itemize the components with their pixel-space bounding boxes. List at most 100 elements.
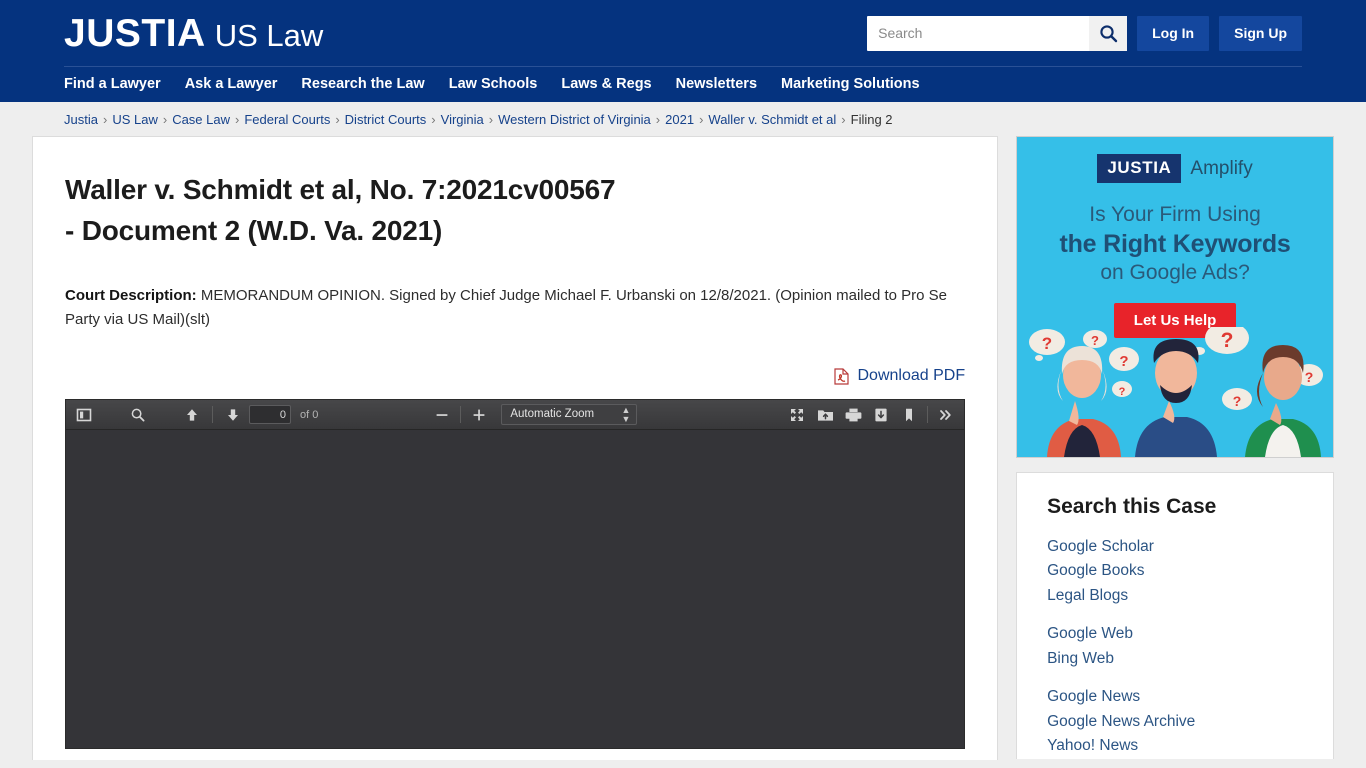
svg-text:?: ?: [1042, 334, 1052, 353]
main-navigation: Find a Lawyer Ask a Lawyer Research the …: [0, 66, 1366, 102]
previous-page-button[interactable]: [178, 403, 206, 427]
toolbar-divider: [212, 406, 213, 424]
breadcrumb-item-virginia[interactable]: Virginia: [441, 112, 484, 127]
page-title-line-2: - Document 2 (W.D. Va. 2021): [65, 215, 443, 247]
nav-item-laws-and-regs[interactable]: Laws & Regs: [561, 76, 651, 92]
link-bing-web[interactable]: Bing Web: [1047, 647, 1303, 671]
site-logo[interactable]: JUSTIA US Law: [64, 14, 323, 53]
sidebar-toggle-icon: [76, 408, 92, 422]
ad-logo-justia: JUSTIA: [1097, 154, 1182, 183]
breadcrumb-separator: ›: [235, 111, 240, 127]
ad-headline-line-1: Is Your Firm Using: [1089, 203, 1261, 226]
download-button[interactable]: [867, 403, 895, 427]
advertisement-justia-amplify[interactable]: JUSTIA Amplify Is Your Firm Using the Ri…: [1016, 136, 1334, 458]
double-chevron-right-icon: [940, 410, 951, 420]
pdf-page-area[interactable]: [66, 430, 965, 749]
search-button[interactable]: [1089, 15, 1128, 51]
page-count-label: of 0: [300, 408, 319, 421]
svg-text:?: ?: [1305, 369, 1314, 385]
svg-text:?: ?: [1233, 393, 1242, 409]
arrow-down-icon: [228, 409, 238, 421]
download-pdf-link[interactable]: Download PDF: [857, 367, 965, 385]
download-row: Download PDF: [65, 367, 965, 385]
breadcrumb-item-justia[interactable]: Justia: [64, 112, 98, 127]
log-in-button[interactable]: Log In: [1137, 15, 1210, 51]
svg-text:?: ?: [1120, 353, 1129, 370]
toolbar-right-tools: [783, 403, 960, 427]
nav-item-law-schools[interactable]: Law Schools: [449, 76, 538, 92]
next-page-button[interactable]: [219, 403, 247, 427]
bookmark-icon: [906, 408, 913, 422]
search-icon: [1099, 24, 1117, 42]
logo-suffix-text: US Law: [214, 17, 324, 53]
breadcrumb-item-2021[interactable]: 2021: [665, 112, 694, 127]
breadcrumb-separator: ›: [335, 111, 340, 127]
main-content: Waller v. Schmidt et al, No. 7:2021cv005…: [32, 136, 999, 760]
ad-logo: JUSTIA Amplify: [1017, 137, 1333, 183]
zoom-in-button[interactable]: [465, 403, 493, 427]
site-header: JUSTIA US Law Log In Sign Up Find a Lawy…: [0, 0, 1366, 102]
nav-item-find-a-lawyer[interactable]: Find a Lawyer: [64, 76, 161, 92]
page-title-line-1: Waller v. Schmidt et al, No. 7:2021cv005…: [65, 174, 616, 205]
minus-icon: [436, 414, 448, 416]
search-this-case-title: Search this Case: [1047, 495, 1217, 518]
link-google-news[interactable]: Google News: [1047, 685, 1303, 709]
open-file-icon: [817, 410, 833, 421]
breadcrumb-separator: ›: [841, 111, 846, 127]
sidebar: JUSTIA Amplify Is Your Firm Using the Ri…: [1016, 136, 1334, 759]
bookmark-button[interactable]: [895, 403, 923, 427]
link-yahoo-news[interactable]: Yahoo! News: [1047, 734, 1303, 758]
link-group-gap: [1047, 608, 1303, 622]
nav-item-marketing-solutions[interactable]: Marketing Solutions: [781, 76, 920, 92]
logo-justia-text: JUSTIA: [64, 11, 206, 55]
nav-item-research-the-law[interactable]: Research the Law: [301, 76, 424, 92]
nav-item-ask-a-lawyer[interactable]: Ask a Lawyer: [185, 76, 278, 92]
search-input[interactable]: [867, 15, 1090, 51]
zoom-controls: Automatic Zoom ▲ ▼: [428, 403, 638, 427]
zoom-select-value: Automatic Zoom: [510, 408, 595, 421]
breadcrumb-item-federal-courts[interactable]: Federal Courts: [244, 112, 330, 127]
link-google-news-archive[interactable]: Google News Archive: [1047, 710, 1303, 734]
link-legal-blogs[interactable]: Legal Blogs: [1047, 584, 1303, 608]
breadcrumb-item-current: Filing 2: [850, 111, 893, 127]
sign-up-button[interactable]: Sign Up: [1219, 15, 1302, 51]
search-this-case-card: Search this Case Google Scholar Google B…: [1016, 472, 1334, 759]
header-search[interactable]: [867, 15, 1128, 51]
toolbar-divider: [460, 406, 462, 424]
svg-text:?: ?: [1221, 329, 1234, 352]
breadcrumb-separator: ›: [431, 111, 436, 127]
zoom-select[interactable]: Automatic Zoom ▲ ▼: [501, 404, 638, 426]
pdf-file-icon: [834, 368, 850, 385]
print-button[interactable]: [839, 403, 867, 427]
svg-text:?: ?: [1091, 333, 1099, 348]
plus-icon: [473, 409, 485, 421]
pdf-viewer: of 0 Automatic: [65, 399, 966, 750]
pdf-toolbar: of 0 Automatic: [66, 400, 965, 431]
presentation-mode-button[interactable]: [783, 403, 811, 427]
sidebar-toggle-button[interactable]: [70, 403, 98, 427]
ad-illustration: ? ? ? ? ? ? ?: [1029, 327, 1324, 457]
court-description-label: Court Description:: [65, 286, 197, 304]
page-number-input[interactable]: [249, 405, 291, 425]
breadcrumb-item-district-courts[interactable]: District Courts: [345, 112, 427, 127]
zoom-out-button[interactable]: [428, 403, 456, 427]
header-actions: Log In Sign Up: [867, 15, 1302, 51]
ad-headline-line-3: on Google Ads?: [1100, 261, 1250, 284]
breadcrumb-item-case-law[interactable]: Case Law: [172, 112, 230, 127]
breadcrumb-item-waller-v-schmidt[interactable]: Waller v. Schmidt et al: [708, 112, 836, 127]
open-file-button[interactable]: [811, 403, 839, 427]
link-google-books[interactable]: Google Books: [1047, 559, 1303, 583]
print-icon: [845, 408, 861, 422]
header-top-bar: JUSTIA US Law Log In Sign Up: [0, 0, 1366, 66]
court-description-text: MEMORANDUM OPINION. Signed by Chief Judg…: [65, 286, 947, 329]
link-google-web[interactable]: Google Web: [1047, 622, 1303, 646]
link-google-scholar[interactable]: Google Scholar: [1047, 535, 1303, 559]
breadcrumb-item-us-law[interactable]: US Law: [112, 112, 158, 127]
toolbar-divider: [927, 406, 929, 424]
breadcrumb-item-western-district-of-virginia[interactable]: Western District of Virginia: [498, 112, 651, 127]
more-tools-button[interactable]: [932, 403, 960, 427]
nav-item-newsletters[interactable]: Newsletters: [676, 76, 757, 92]
find-button[interactable]: [124, 403, 152, 427]
breadcrumb-separator: ›: [655, 111, 661, 127]
breadcrumb-separator: ›: [699, 111, 704, 127]
